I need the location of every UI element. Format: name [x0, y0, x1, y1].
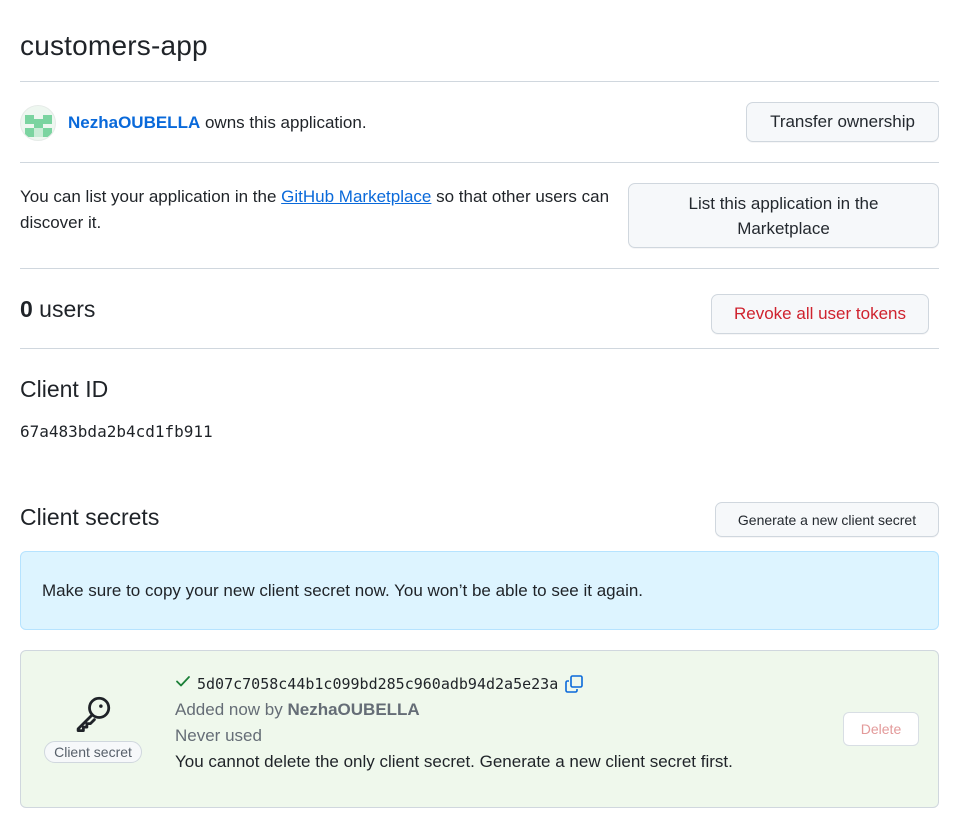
divider: [20, 162, 939, 163]
transfer-ownership-button[interactable]: Transfer ownership: [746, 102, 939, 142]
copy-secret-flash: Make sure to copy your new client secret…: [20, 551, 939, 630]
delete-secret-button[interactable]: Delete: [843, 712, 919, 746]
secret-key-column: Client secret: [41, 693, 145, 763]
client-secret-value: 5d07c7058c44b1c099bd285c960adb94d2a5e23a: [197, 675, 559, 693]
revoke-all-user-tokens-button[interactable]: Revoke all user tokens: [711, 294, 929, 334]
client-secret-item: Client secret 5d07c7058c44b1c099bd285c96…: [20, 650, 939, 808]
check-icon: [175, 671, 191, 697]
marketplace-description: You can list your application in the Git…: [20, 187, 614, 232]
secret-added-by: Added now by NezhaOUBELLA: [175, 700, 420, 719]
owner-row: NezhaOUBELLA owns this application.: [20, 103, 367, 143]
secret-usage: Never used: [175, 726, 262, 745]
client-secrets-heading: Client secrets: [20, 504, 160, 530]
github-marketplace-link[interactable]: GitHub Marketplace: [281, 187, 431, 206]
client-id-value: 67a483bda2b4cd1fb911: [20, 422, 213, 441]
divider: [20, 81, 939, 82]
secret-value-row: 5d07c7058c44b1c099bd285c960adb94d2a5e23a: [175, 671, 733, 697]
generate-client-secret-button[interactable]: Generate a new client secret: [715, 502, 939, 537]
key-icon: [76, 696, 111, 733]
page-title: customers-app: [20, 30, 208, 61]
secret-details: 5d07c7058c44b1c099bd285c960adb94d2a5e23a…: [175, 671, 733, 775]
secret-delete-note: You cannot delete the only client secret…: [175, 752, 733, 771]
owner-suffix-text: owns this application.: [200, 113, 367, 132]
users-count: 0 users: [20, 296, 96, 322]
flash-message: Make sure to copy your new client secret…: [42, 580, 644, 600]
client-id-heading: Client ID: [20, 376, 109, 402]
copy-icon[interactable]: [564, 674, 584, 694]
divider: [20, 348, 939, 349]
avatar[interactable]: [20, 105, 56, 141]
added-by-username: NezhaOUBELLA: [287, 700, 420, 719]
list-in-marketplace-button[interactable]: List this application in the Marketplace: [628, 183, 939, 248]
client-secret-label: Client secret: [44, 741, 142, 763]
divider: [20, 268, 939, 269]
owner-username-link[interactable]: NezhaOUBELLA: [68, 113, 200, 133]
